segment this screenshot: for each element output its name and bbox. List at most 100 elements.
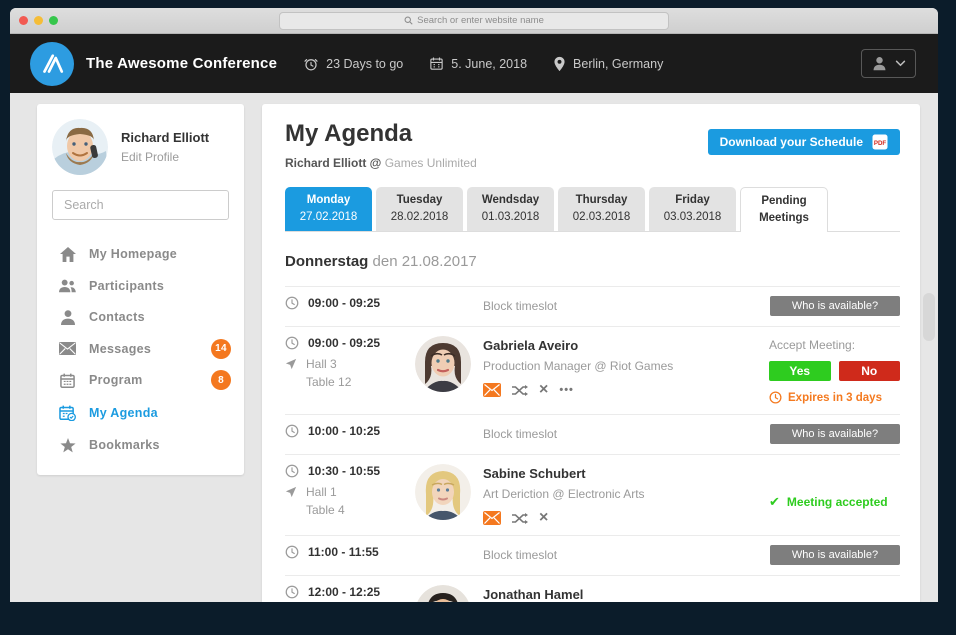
day-heading-rest: den 21.08.2017 [368,253,476,270]
richard-avatar-image [52,119,108,175]
calendar-icon [429,56,444,71]
location-pin-icon [553,56,566,72]
download-schedule-button[interactable]: Download your Schedule PDF [708,129,900,155]
person-role: Art Deriction @ Electronic Arts [483,487,645,501]
avatar[interactable] [415,585,471,602]
sidebar-menu: My Homepage Participants Contacts [37,230,244,461]
shuffle-icon[interactable] [512,512,528,525]
envelope-icon [59,342,76,355]
tab-wednesday[interactable]: Wendsday 01.03.2018 [467,187,554,231]
subtitle-name: Richard Elliott @ [285,156,381,170]
accept-yes-button[interactable]: Yes [769,361,831,381]
clock-icon [285,464,299,478]
who-is-available-button[interactable]: Who is available? [770,296,900,316]
edit-profile-link[interactable]: Edit Profile [121,150,209,164]
tab-day-label: Thursday [558,192,645,209]
clock-icon [285,336,299,350]
block-timeslot-label: Block timeslot [483,296,557,316]
search-input[interactable] [62,197,227,213]
messages-badge: 14 [211,339,231,359]
people-icon [59,279,76,293]
account-menu-button[interactable] [861,49,916,78]
program-badge: 8 [211,370,231,390]
tab-monday[interactable]: Monday 27.02.2018 [285,187,372,231]
tab-thursday[interactable]: Thursday 02.03.2018 [558,187,645,231]
block-timeslot-label: Block timeslot [483,545,557,565]
accepted-text: Meeting accepted [787,495,888,509]
person-name: Jonathan Hamel [483,587,583,602]
sidebar-item-contacts[interactable]: Contacts [37,301,244,333]
expires-text: Expires in 3 days [788,392,882,404]
hall-label: Hall 3 [306,357,337,371]
sidebar-item-program[interactable]: Program 8 [37,364,244,396]
tab-day-label: Tuesday [376,192,463,209]
tab-tuesday[interactable]: Tuesday 28.02.2018 [376,187,463,231]
time-range: 11:00 - 11:55 [308,545,379,559]
hall-label: Hall 1 [306,485,337,499]
close-window-button[interactable] [19,16,28,25]
minimize-window-button[interactable] [34,16,43,25]
agenda-rows: 09:00 - 09:25 Block timeslot Who is avai… [285,286,900,602]
browser-chrome: Search or enter website name [10,8,938,34]
sidebar-item-bookmarks[interactable]: Bookmarks [37,429,244,461]
more-icon[interactable]: ••• [559,384,574,396]
sidebar-item-label: My Agenda [89,406,158,420]
tab-pending-meetings[interactable]: Pending Meetings [740,187,828,232]
meeting-accepted-status: ✔ Meeting accepted [769,494,900,510]
sidebar-item-participants[interactable]: Participants [37,270,244,301]
envelope-icon[interactable] [483,383,501,397]
clock-icon [285,296,299,310]
accept-no-button[interactable]: No [839,361,901,381]
browser-url-bar[interactable]: Search or enter website name [279,12,669,30]
agenda-header: My Agenda Richard Elliott @ Games Unlimi… [285,118,900,170]
timeslot: 12:00 - 12:25 [285,585,415,599]
avatar[interactable] [415,464,471,520]
avatar[interactable] [52,119,108,175]
event-date: 5. June, 2018 [429,56,527,71]
check-icon: ✔ [769,494,780,510]
person-role: Production Manager @ Riot Games [483,359,673,373]
time-range: 10:30 - 10:55 [308,464,380,478]
sidebar-item-label: Bookmarks [89,438,160,452]
envelope-icon[interactable] [483,511,501,525]
conference-logo[interactable] [30,42,74,86]
time-range: 10:00 - 10:25 [308,424,380,438]
sidebar: Richard Elliott Edit Profile My Homepage [37,104,244,475]
event-location: Berlin, Germany [553,56,663,72]
avatar[interactable] [415,336,471,392]
tab-date-label: 28.02.2018 [376,209,463,226]
profile-texts: Richard Elliott Edit Profile [121,130,209,164]
maximize-window-button[interactable] [49,16,58,25]
who-is-available-button[interactable]: Who is available? [770,545,900,565]
shuffle-icon[interactable] [512,384,528,397]
person-name: Gabriela Aveiro [483,338,673,353]
sidebar-item-messages[interactable]: Messages 14 [37,333,244,364]
tab-day-label: Pending [741,193,827,210]
timeslot: 09:00 - 09:25 Hall 3 Table 12 [285,336,415,389]
close-icon[interactable]: × [539,512,548,524]
url-placeholder-text: Search or enter website name [417,15,544,26]
scrollbar-thumb[interactable] [923,293,935,341]
sidebar-item-my-agenda[interactable]: My Agenda [37,396,244,429]
days-to-go-text: 23 Days to go [326,57,403,71]
tab-date-label: 01.03.2018 [467,209,554,226]
chevron-down-icon [895,60,906,67]
clock-icon [285,585,299,599]
sidebar-item-label: Contacts [89,310,145,324]
meeting-person: Gabriela Aveiro Production Manager @ Rio… [483,336,673,397]
meeting-person: Sabine Schubert Art Deriction @ Electron… [483,464,645,525]
tab-day-label: Wendsday [467,192,554,209]
meeting-actions: × ••• [483,383,673,397]
app-header: The Awesome Conference 23 Days to go 5. … [10,34,938,93]
who-is-available-button[interactable]: Who is available? [770,424,900,444]
day-heading: Donnerstag den 21.08.2017 [285,253,900,270]
svg-text:PDF: PDF [874,140,887,147]
tab-friday[interactable]: Friday 03.03.2018 [649,187,736,231]
timeslot: 11:00 - 11:55 [285,545,415,559]
tab-date-label: 02.03.2018 [558,209,645,226]
timeslot: 10:00 - 10:25 [285,424,415,438]
profile-name: Richard Elliott [121,130,209,145]
close-icon[interactable]: × [539,384,548,396]
sidebar-item-my-homepage[interactable]: My Homepage [37,238,244,270]
star-icon [59,438,76,453]
